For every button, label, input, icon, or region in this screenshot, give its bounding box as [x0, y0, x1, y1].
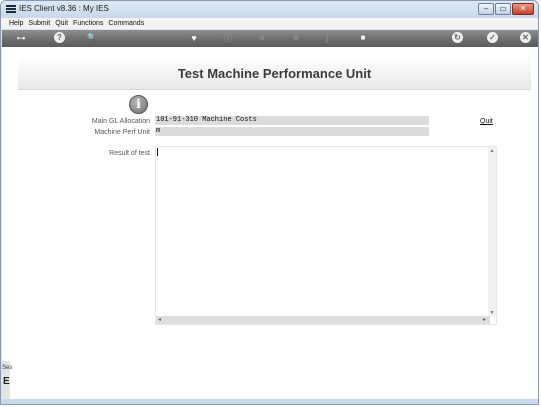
window-controls: – ▭ ✕	[477, 3, 534, 15]
menu-quit[interactable]: Quit	[55, 18, 68, 29]
side-panel-glyph: E	[3, 376, 10, 387]
main-gl-allocation-label: Main GL Allocation	[91, 118, 150, 125]
ok-icon[interactable]: ✓	[487, 32, 498, 43]
window-title: IES Client v8.36 : My IES	[19, 4, 109, 13]
info-icon: i	[129, 95, 148, 114]
separator-icon: |	[325, 33, 329, 43]
key-icon[interactable]: ⊶	[12, 32, 30, 44]
close-window-button[interactable]: ✕	[512, 3, 534, 15]
page-title: Test Machine Performance Unit	[177, 66, 372, 81]
heart-icon[interactable]: ♥	[188, 32, 200, 44]
machine-perf-unit-field[interactable]: m	[155, 127, 429, 136]
info-circle-icon[interactable]: ⓘ	[222, 32, 234, 44]
text-cursor	[157, 148, 158, 156]
menu-functions[interactable]: Functions	[73, 18, 103, 29]
main-gl-allocation-field[interactable]: 101-91-310 Machine Costs	[155, 116, 429, 125]
quit-link[interactable]: Quit	[480, 118, 493, 125]
app-window: IES Client v8.36 : My IES – ▭ ✕ Help Sub…	[0, 0, 539, 405]
session-side-panel[interactable]: Ses E	[2, 361, 13, 399]
back-icon[interactable]: «	[256, 32, 268, 44]
menu-bar: Help Submit Quit Functions Commands	[1, 18, 538, 29]
search-icon[interactable]: 🔍	[86, 32, 98, 44]
menu-submit[interactable]: Submit	[28, 18, 50, 29]
scroll-right-arrow-icon[interactable]: ▸	[483, 316, 486, 324]
forward-icon[interactable]: »	[290, 32, 302, 44]
menu-help[interactable]: Help	[9, 18, 23, 29]
page-header: Test Machine Performance Unit	[18, 57, 531, 90]
vertical-scrollbar[interactable]: ▲ ▼	[488, 147, 496, 317]
maximize-button[interactable]: ▭	[495, 3, 511, 15]
app-menu-icon[interactable]	[6, 5, 16, 14]
refresh-icon[interactable]: ↻	[452, 32, 463, 43]
title-bar: IES Client v8.36 : My IES – ▭ ✕	[1, 1, 538, 18]
scroll-left-arrow-icon[interactable]: ◂	[158, 316, 161, 324]
main-content: Test Machine Performance Unit i Main GL …	[2, 47, 538, 401]
result-of-test-textarea[interactable]: ▲ ▼ ◂ ▸	[155, 146, 497, 325]
session-label: Ses	[2, 365, 13, 371]
machine-perf-unit-label: Machine Perf Unit	[94, 129, 150, 136]
horizontal-scrollbar[interactable]: ◂ ▸	[156, 316, 490, 324]
status-bar	[2, 399, 538, 404]
help-icon[interactable]: ?	[54, 32, 65, 43]
close-icon[interactable]: ✕	[520, 32, 531, 43]
result-of-test-label: Result of test	[109, 150, 150, 157]
toolbar: ⊶ ? 🔍 ♥ ⓘ « » | ■ ↻ ✓ ✕	[2, 30, 538, 47]
scroll-up-arrow-icon[interactable]: ▲	[488, 147, 496, 155]
stop-icon[interactable]: ■	[357, 32, 369, 44]
minimize-button[interactable]: –	[478, 3, 494, 15]
menu-commands[interactable]: Commands	[108, 18, 144, 29]
